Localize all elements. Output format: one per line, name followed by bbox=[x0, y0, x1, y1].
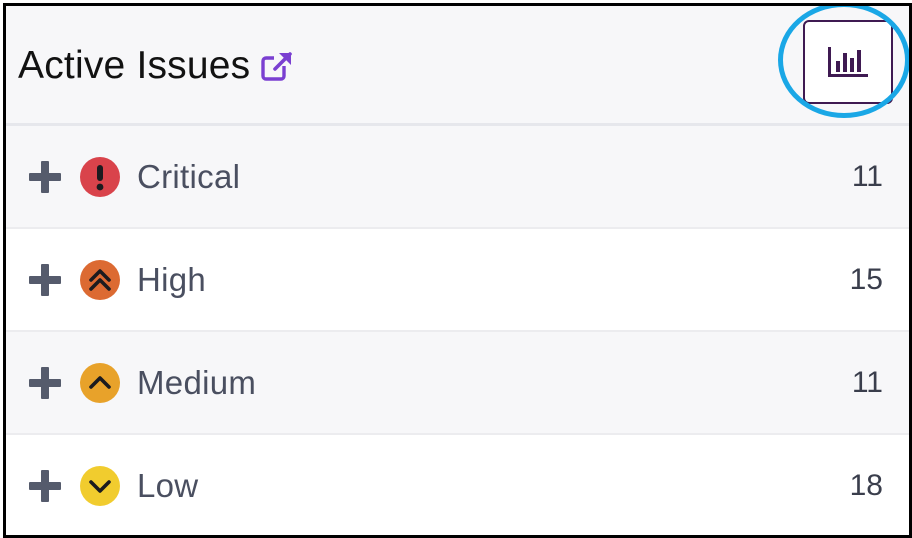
plus-icon[interactable] bbox=[28, 469, 62, 503]
chart-view-button[interactable] bbox=[803, 20, 893, 104]
title-group: Active Issues bbox=[18, 39, 294, 93]
severity-label: Low bbox=[137, 466, 199, 504]
plus-icon[interactable] bbox=[28, 160, 62, 194]
chevron-down-icon bbox=[80, 465, 120, 506]
chevron-up-icon bbox=[80, 362, 120, 403]
severity-row-high[interactable]: High 15 bbox=[6, 229, 909, 332]
panel-title: Active Issues bbox=[18, 44, 251, 87]
severity-label: Critical bbox=[137, 157, 241, 195]
panel-header: Active Issues bbox=[6, 6, 909, 126]
double-chevron-up-icon bbox=[80, 259, 120, 300]
exclamation-icon bbox=[80, 156, 120, 197]
severity-count: 11 bbox=[851, 159, 883, 193]
plus-icon[interactable] bbox=[28, 263, 62, 297]
plus-icon[interactable] bbox=[28, 366, 62, 400]
bar-chart-icon bbox=[828, 47, 868, 77]
severity-row-critical[interactable]: Critical 11 bbox=[6, 126, 909, 229]
severity-count: 15 bbox=[849, 262, 883, 296]
severity-count: 11 bbox=[851, 365, 883, 399]
severity-label: High bbox=[137, 260, 207, 298]
severity-row-low[interactable]: Low 18 bbox=[6, 435, 909, 535]
issue-severity-list: Critical 11 High 15 Medium 11 Low 18 bbox=[6, 126, 909, 535]
severity-row-medium[interactable]: Medium 11 bbox=[6, 332, 909, 435]
severity-count: 18 bbox=[849, 468, 883, 502]
severity-label: Medium bbox=[137, 363, 257, 401]
external-link-icon[interactable] bbox=[260, 50, 294, 84]
active-issues-panel: Active Issues Critical 11 High 15 Medium… bbox=[3, 3, 912, 538]
